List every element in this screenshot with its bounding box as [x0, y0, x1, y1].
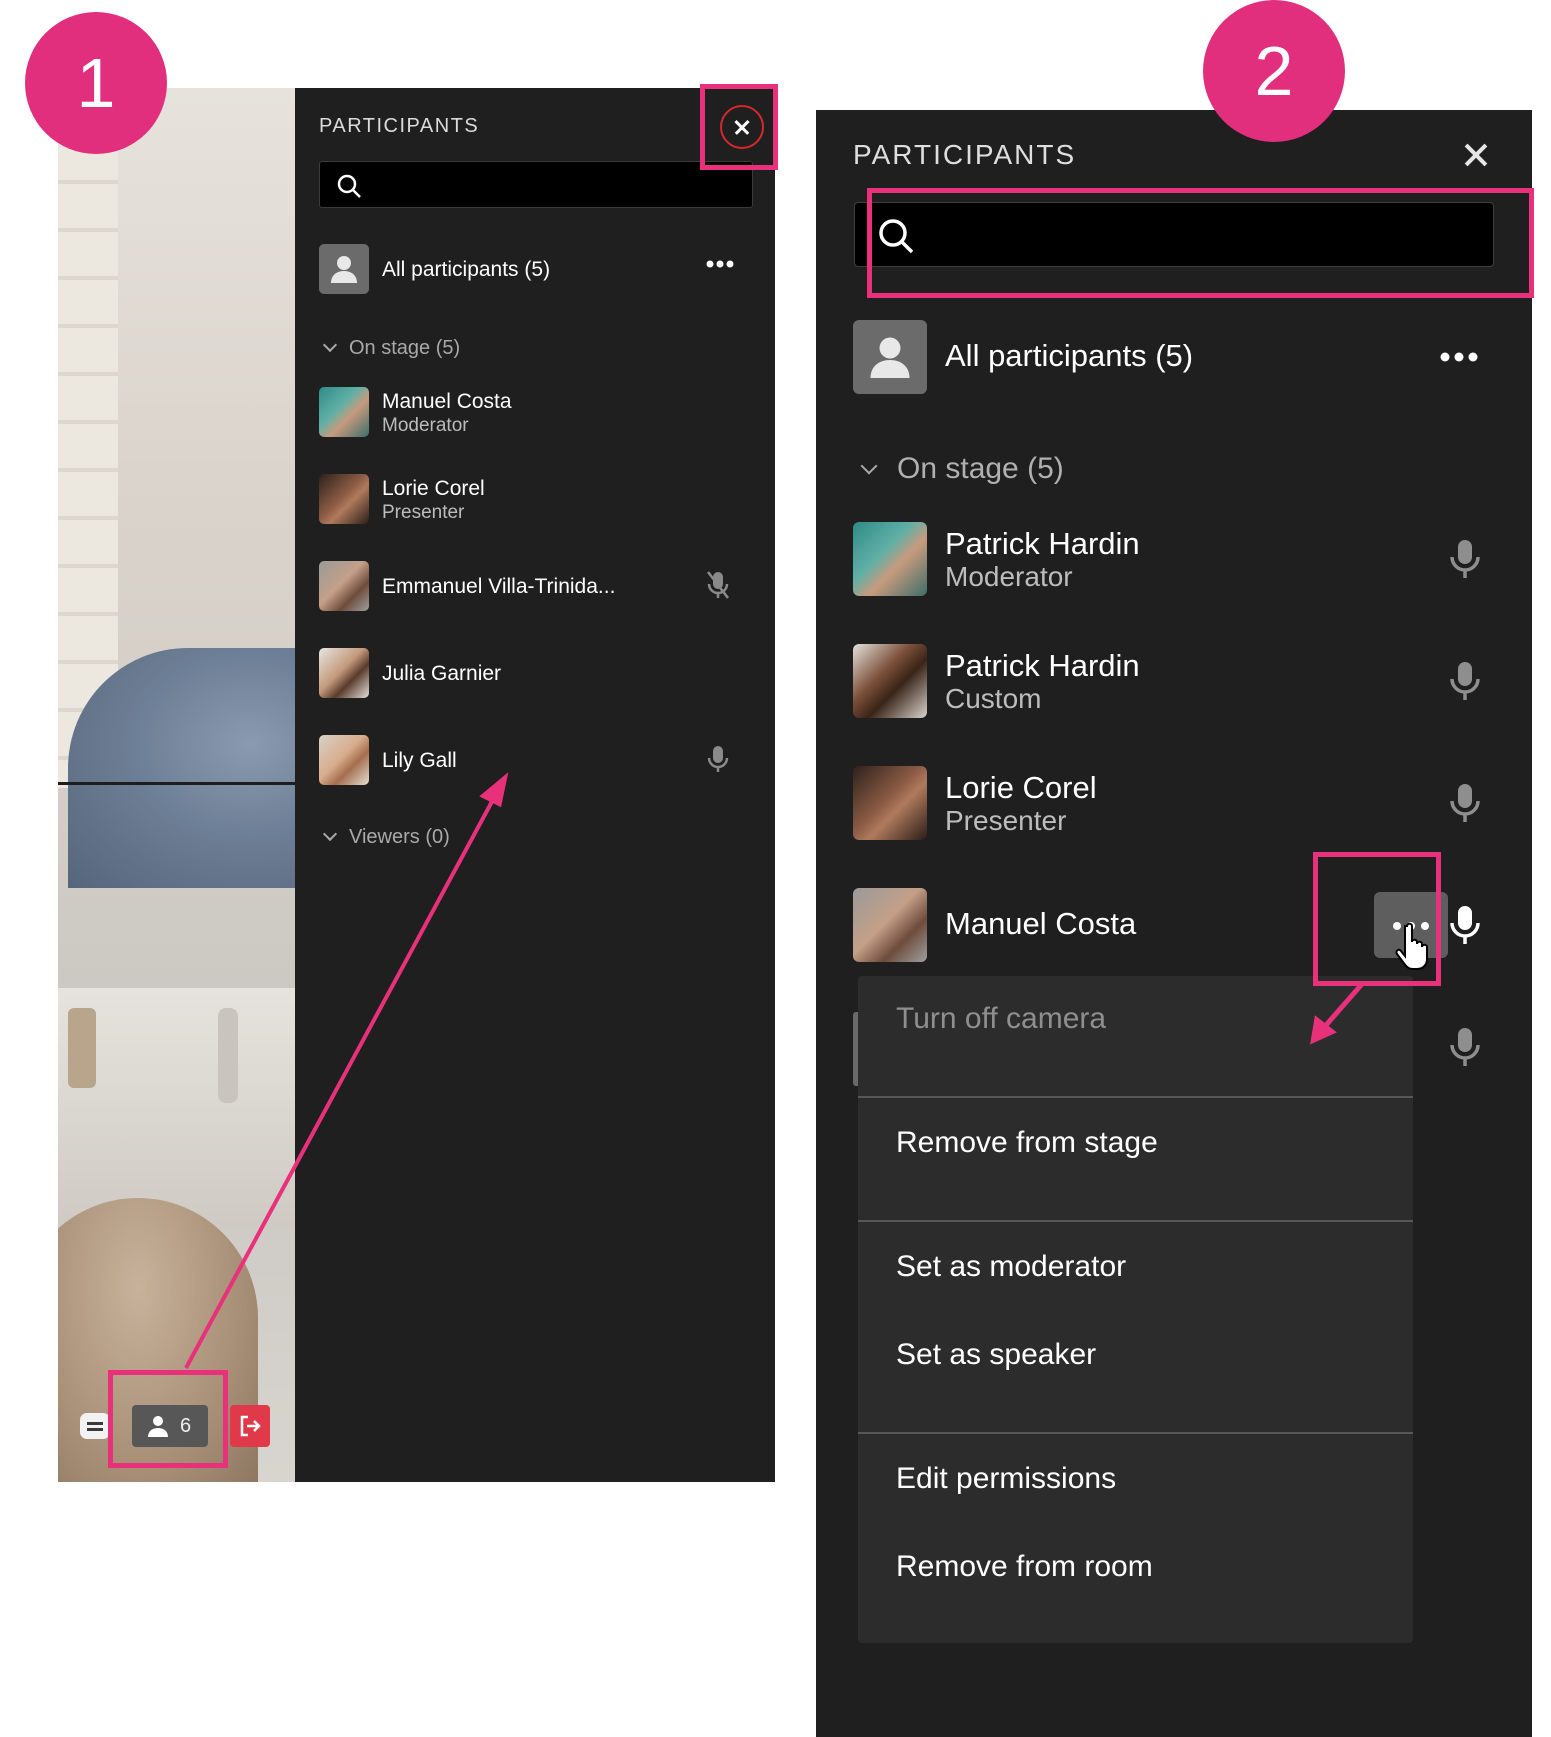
participant-name: Lorie Corel	[382, 477, 485, 500]
more-icon[interactable]	[705, 258, 735, 270]
avatar	[319, 244, 369, 294]
menu-item-remove-from-stage[interactable]: Remove from stage	[858, 1108, 1413, 1178]
highlight-close	[700, 84, 778, 170]
participant-row[interactable]: Julia Garnier	[319, 644, 759, 700]
avatar	[853, 320, 927, 394]
menu-item-label: Set as moderator	[896, 1250, 1127, 1283]
participant-name: Manuel Costa	[945, 906, 1137, 941]
participant-role: Moderator	[945, 561, 1073, 592]
viewers-label: Viewers (0)	[349, 826, 450, 848]
on-stage-label: On stage (5)	[349, 337, 461, 359]
participant-name: Lily Gall	[382, 749, 457, 772]
highlight-more-button	[1313, 852, 1441, 986]
participants-panel-1: PARTICIPANTS All participants (5) On sta…	[295, 88, 775, 1482]
all-participants-label: All participants (5)	[945, 338, 1194, 373]
menu-item-label: Set as speaker	[896, 1338, 1097, 1371]
panel-title: PARTICIPANTS	[319, 115, 480, 137]
participant-role: Custom	[945, 683, 1042, 714]
menu-item-edit-permissions[interactable]: Edit permissions	[858, 1444, 1413, 1514]
step-badge-1: 1	[25, 12, 167, 154]
video-grid	[58, 88, 295, 1482]
chevron-down-icon	[860, 457, 878, 475]
menu-item-label: Remove from stage	[896, 1126, 1158, 1159]
chat-icon[interactable]	[80, 1413, 110, 1439]
participant-role: Presenter	[945, 805, 1067, 836]
participant-name: Manuel Costa	[382, 390, 512, 413]
avatar	[319, 387, 369, 437]
all-participants-label: All participants (5)	[382, 258, 551, 281]
leave-button[interactable]	[230, 1405, 270, 1447]
menu-divider	[858, 1220, 1413, 1222]
avatar	[319, 561, 369, 611]
video-decor	[68, 1008, 96, 1088]
avatar	[319, 735, 369, 785]
avatar	[853, 888, 927, 962]
mic-icon[interactable]	[1447, 1026, 1483, 1068]
search-input[interactable]	[319, 161, 753, 208]
participant-role: Moderator	[382, 415, 469, 436]
menu-item-label: Remove from room	[896, 1550, 1153, 1583]
more-icon[interactable]	[1439, 350, 1479, 364]
search-icon	[337, 174, 361, 198]
avatar	[853, 522, 927, 596]
menu-item-remove-from-room[interactable]: Remove from room	[858, 1532, 1413, 1602]
participant-row[interactable]: Lorie Corel Presenter	[319, 470, 759, 526]
participant-name: Lorie Corel	[945, 770, 1097, 805]
video-tile-divider	[58, 782, 295, 785]
highlight-participants-button	[108, 1370, 228, 1468]
all-participants-row[interactable]: All participants (5)	[319, 240, 759, 296]
participant-row[interactable]: Patrick Hardin Moderator	[853, 522, 1493, 598]
menu-divider	[858, 1096, 1413, 1098]
video-decor	[218, 1008, 238, 1103]
on-stage-label: On stage (5)	[897, 452, 1064, 485]
menu-item-label: Edit permissions	[896, 1462, 1117, 1495]
person-icon	[331, 256, 357, 283]
video-tile-1	[68, 648, 295, 888]
viewers-section[interactable]: Viewers (0)	[322, 826, 450, 849]
mic-muted-icon[interactable]	[703, 569, 733, 601]
avatar	[319, 474, 369, 524]
chevron-down-icon	[322, 826, 338, 842]
menu-item-set-as-speaker[interactable]: Set as speaker	[858, 1320, 1413, 1390]
mic-icon[interactable]	[1447, 538, 1483, 580]
on-stage-section[interactable]: On stage (5)	[322, 337, 461, 360]
on-stage-section[interactable]: On stage (5)	[860, 452, 1064, 486]
chevron-down-icon	[322, 337, 338, 353]
all-participants-row[interactable]: All participants (5)	[853, 320, 1493, 396]
leave-icon	[240, 1415, 261, 1437]
menu-item-set-as-moderator[interactable]: Set as moderator	[858, 1232, 1413, 1302]
menu-item-label: Turn off camera	[896, 1002, 1107, 1035]
panel-title: PARTICIPANTS	[853, 139, 1077, 170]
mic-icon[interactable]	[703, 743, 733, 775]
participant-name: Patrick Hardin	[945, 526, 1140, 561]
participant-row[interactable]: Manuel Costa Moderator	[319, 383, 759, 439]
mic-icon[interactable]	[1447, 904, 1483, 946]
avatar	[853, 644, 927, 718]
participant-row[interactable]: Patrick Hardin Custom	[853, 644, 1493, 720]
mic-icon[interactable]	[1447, 782, 1483, 824]
participant-name: Julia Garnier	[382, 662, 502, 685]
step-badge-2: 2	[1203, 0, 1345, 142]
close-icon[interactable]	[1462, 140, 1492, 170]
menu-item-turn-off-camera[interactable]: Turn off camera	[858, 984, 1413, 1054]
participant-name: Emmanuel Villa-Trinida...	[382, 575, 616, 598]
participant-role: Presenter	[382, 502, 465, 523]
mic-icon[interactable]	[1447, 660, 1483, 702]
person-icon	[870, 337, 910, 378]
participant-row[interactable]: Emmanuel Villa-Trinida...	[319, 557, 759, 613]
participant-context-menu: Turn off camera Remove from stage Set as…	[858, 976, 1413, 1643]
avatar	[853, 766, 927, 840]
participant-row[interactable]: Lily Gall	[319, 731, 759, 787]
menu-divider	[858, 1432, 1413, 1434]
participant-name: Patrick Hardin	[945, 648, 1140, 683]
avatar	[319, 648, 369, 698]
participant-row[interactable]: Lorie Corel Presenter	[853, 766, 1493, 842]
highlight-search	[867, 188, 1534, 298]
